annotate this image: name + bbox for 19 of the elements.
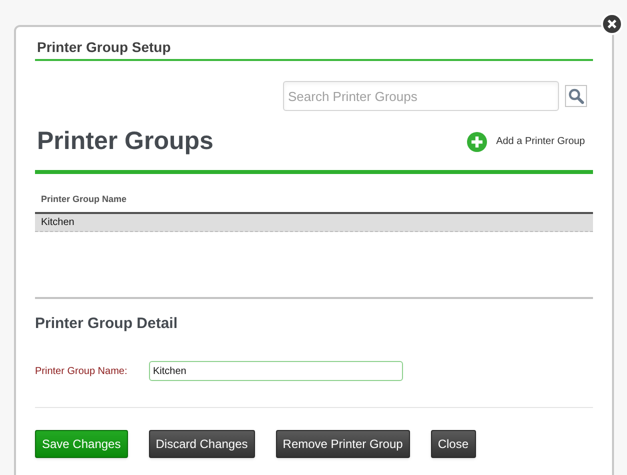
table-row[interactable]: Kitchen <box>35 214 593 232</box>
detail-heading: Printer Group Detail <box>35 314 179 334</box>
dialog-title: Printer Group Setup <box>36 38 172 55</box>
field-label: Printer Group Name: <box>35 364 128 378</box>
add-group-link[interactable]: Add a Printer Group <box>467 132 585 152</box>
close-button[interactable] <box>601 13 623 35</box>
table-cell-text: Kitchen <box>40 216 74 230</box>
column-header: Printer Group Name <box>40 193 127 206</box>
search-icon <box>568 88 584 104</box>
action-button[interactable]: Discard Changes <box>148 430 255 458</box>
action-button[interactable]: Close <box>430 430 476 458</box>
action-button[interactable]: Save Changes <box>35 430 128 458</box>
search-button[interactable] <box>565 85 587 107</box>
section-heading: Printer Groups <box>36 126 214 157</box>
search-field[interactable]: Search Printer Groups <box>283 81 559 111</box>
group-name-field[interactable]: Kitchen <box>149 361 403 381</box>
action-button[interactable]: Remove Printer Group <box>276 430 410 458</box>
close-icon <box>607 19 617 29</box>
plus-icon <box>467 132 488 152</box>
